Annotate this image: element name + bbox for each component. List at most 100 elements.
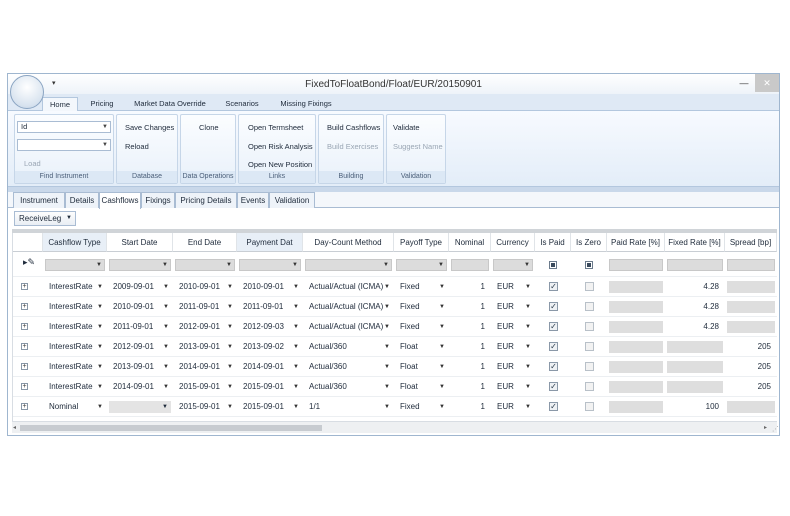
currency-cell[interactable]: EUR [497, 297, 525, 317]
payment-date-cell[interactable]: 2012-09-03 [243, 317, 293, 337]
chevron-down-icon[interactable]: ▼ [97, 377, 103, 397]
chevron-down-icon[interactable]: ▼ [384, 397, 390, 417]
chevron-down-icon[interactable]: ▼ [384, 377, 390, 397]
start-date-cell[interactable]: ▼ [109, 401, 171, 413]
is-paid-checkbox[interactable]: ✓ [549, 322, 558, 331]
is-paid-checkbox[interactable]: ✓ [549, 302, 558, 311]
nominal-cell[interactable]: 1 [449, 377, 485, 397]
end-date-cell[interactable]: 2015-09-01 [179, 397, 227, 417]
build-cashflows-button[interactable]: Build Cashflows [327, 123, 380, 132]
leg-selector[interactable]: ReceiveLeg ▼ [14, 211, 76, 226]
fixed-rate-cell[interactable]: 100 [665, 397, 719, 417]
column-header-start-date[interactable]: Start Date [107, 233, 173, 252]
end-date-cell[interactable]: 2011-09-01 [179, 297, 227, 317]
chevron-down-icon[interactable]: ▼ [384, 357, 390, 377]
chevron-down-icon[interactable]: ▼ [163, 297, 169, 317]
is-zero-checkbox[interactable] [585, 402, 594, 411]
payoff-type-cell[interactable]: Fixed [400, 317, 439, 337]
is-zero-checkbox[interactable] [585, 342, 594, 351]
nominal-cell[interactable]: 1 [449, 317, 485, 337]
chevron-down-icon[interactable]: ▼ [227, 397, 233, 417]
payoff-type-cell[interactable]: Fixed [400, 397, 439, 417]
is-paid-checkbox[interactable]: ✓ [549, 402, 558, 411]
payment-date-cell[interactable]: 2011-09-01 [243, 297, 293, 317]
payoff-type-cell[interactable]: Fixed [400, 277, 439, 297]
day-count-method-cell[interactable]: Actual/Actual (ICMA) [309, 277, 384, 297]
filter-day-count-method[interactable]: ▼ [305, 259, 392, 271]
ribbon-tab-home[interactable]: Home [42, 97, 78, 111]
save-changes-button[interactable]: Save Changes [125, 123, 174, 132]
column-header-payoff-type[interactable]: Payoff Type [394, 233, 449, 252]
start-date-cell[interactable]: 2011-09-01 [113, 317, 163, 337]
spread-cell[interactable]: 205 [725, 377, 771, 397]
day-count-method-cell[interactable]: Actual/360 [309, 357, 384, 377]
open-risk-analysis-button[interactable]: Open Risk Analysis [248, 142, 313, 151]
fixed-rate-cell[interactable]: 4.28 [665, 277, 719, 297]
chevron-down-icon[interactable]: ▼ [293, 277, 299, 297]
chevron-down-icon[interactable]: ▼ [227, 317, 233, 337]
build-exercises-button[interactable]: Build Exercises [327, 142, 378, 151]
day-count-method-cell[interactable]: Actual/360 [309, 377, 384, 397]
filter-start-date[interactable]: ▼ [109, 259, 171, 271]
minimize-button[interactable]: — [733, 74, 755, 92]
chevron-down-icon[interactable]: ▼ [97, 397, 103, 417]
currency-cell[interactable]: EUR [497, 377, 525, 397]
cashflow-type-cell[interactable]: InterestRate [49, 317, 97, 337]
spread-cell[interactable]: 205 [725, 357, 771, 377]
horizontal-scrollbar[interactable]: ◂ ▸ [12, 421, 777, 433]
end-date-cell[interactable]: 2010-09-01 [179, 277, 227, 297]
cashflow-type-cell[interactable]: InterestRate [49, 277, 97, 297]
chevron-down-icon[interactable]: ▼ [439, 277, 445, 297]
chevron-down-icon[interactable]: ▼ [227, 337, 233, 357]
expand-row-icon[interactable]: + [21, 383, 28, 390]
tab-cashflows[interactable]: Cashflows [99, 192, 141, 209]
start-date-cell[interactable]: 2009-09-01 [113, 277, 163, 297]
filter-end-date[interactable]: ▼ [175, 259, 235, 271]
close-button[interactable]: ✕ [755, 74, 779, 92]
chevron-down-icon[interactable]: ▼ [293, 317, 299, 337]
filter-cashflow-type[interactable]: ▼ [45, 259, 105, 271]
resize-grip-icon[interactable]: ⋰ [772, 425, 779, 433]
cashflow-type-cell[interactable]: InterestRate [49, 377, 97, 397]
chevron-down-icon[interactable]: ▼ [227, 377, 233, 397]
nominal-cell[interactable]: 1 [449, 277, 485, 297]
spread-cell[interactable]: 205 [725, 337, 771, 357]
column-header-end-date[interactable]: End Date [173, 233, 237, 252]
chevron-down-icon[interactable]: ▼ [97, 337, 103, 357]
chevron-down-icon[interactable]: ▼ [163, 337, 169, 357]
day-count-method-cell[interactable]: 1/1 [309, 397, 384, 417]
chevron-down-icon[interactable]: ▼ [293, 377, 299, 397]
value-combo[interactable]: ▼ [17, 139, 111, 151]
filter-nominal[interactable] [451, 259, 489, 271]
end-date-cell[interactable]: 2012-09-01 [179, 317, 227, 337]
expand-row-icon[interactable]: + [21, 303, 28, 310]
chevron-down-icon[interactable]: ▼ [525, 357, 531, 377]
payment-date-cell[interactable]: 2010-09-01 [243, 277, 293, 297]
chevron-down-icon[interactable]: ▼ [525, 297, 531, 317]
is-paid-checkbox[interactable]: ✓ [549, 282, 558, 291]
tab-instrument[interactable]: Instrument [13, 192, 65, 208]
column-header-is-zero[interactable]: Is Zero [571, 233, 607, 252]
chevron-down-icon[interactable]: ▼ [439, 337, 445, 357]
application-menu-button[interactable] [10, 75, 44, 109]
expand-row-icon[interactable]: + [21, 323, 28, 330]
chevron-down-icon[interactable]: ▼ [97, 317, 103, 337]
start-date-cell[interactable]: 2010-09-01 [113, 297, 163, 317]
day-count-method-cell[interactable]: Actual/Actual (ICMA) [309, 317, 384, 337]
ribbon-tab-pricing[interactable]: Pricing [84, 97, 120, 111]
is-zero-checkbox[interactable] [585, 362, 594, 371]
chevron-down-icon[interactable]: ▼ [227, 297, 233, 317]
day-count-method-cell[interactable]: Actual/360 [309, 337, 384, 357]
tab-fixings[interactable]: Fixings [141, 192, 175, 208]
open-new-position-button[interactable]: Open New Position [248, 160, 312, 169]
filter-spread[interactable] [727, 259, 775, 271]
filter-paid-rate[interactable] [609, 259, 663, 271]
expand-row-icon[interactable]: + [21, 363, 28, 370]
chevron-down-icon[interactable]: ▼ [525, 377, 531, 397]
ribbon-tab-missing-fixings[interactable]: Missing Fixings [274, 97, 338, 111]
tab-pricing-details[interactable]: Pricing Details [175, 192, 237, 208]
chevron-down-icon[interactable]: ▼ [227, 277, 233, 297]
column-header-fixed-rate[interactable]: Fixed Rate [%] [665, 233, 725, 252]
end-date-cell[interactable]: 2015-09-01 [179, 377, 227, 397]
column-header-is-paid[interactable]: Is Paid [535, 233, 571, 252]
